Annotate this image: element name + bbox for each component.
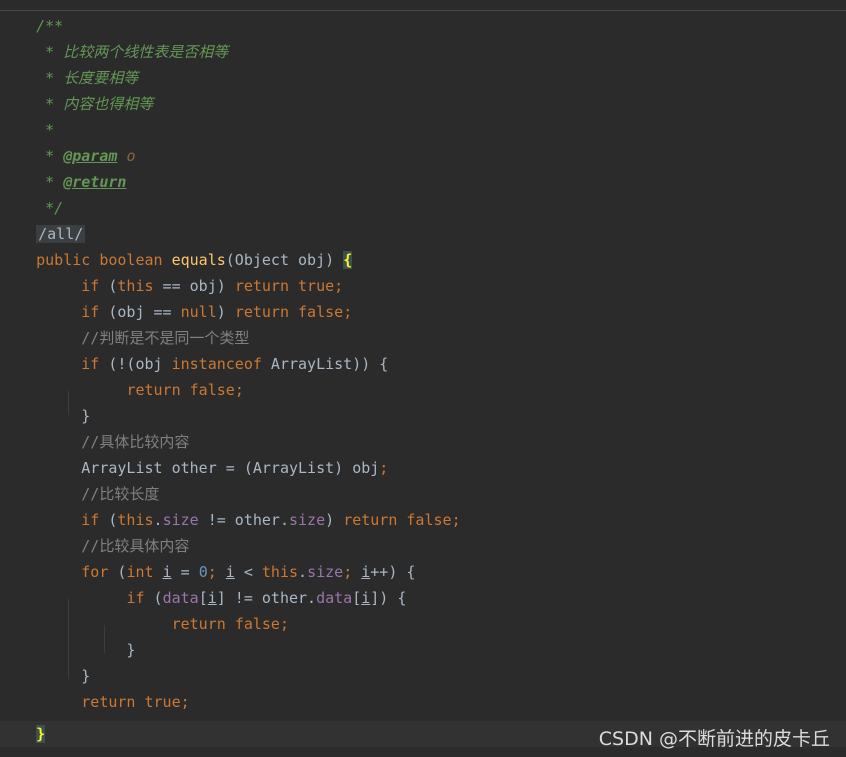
- code-line: //判断是不是同一个类型: [0, 325, 846, 351]
- code-line: if (obj == null) return false;: [81, 303, 353, 321]
- code-line: return true;: [81, 693, 190, 711]
- code-line: * 比较两个线性表是否相等: [45, 43, 229, 61]
- code-line: //比较长度: [0, 481, 846, 507]
- line-comment: //比较具体内容: [81, 537, 190, 555]
- line-comment: //比较长度: [81, 485, 160, 503]
- doc-comment-text: 比较两个线性表是否相等: [63, 43, 229, 61]
- code-line: public boolean equals(Object obj) {: [36, 251, 353, 269]
- code-line: for (int i = 0; i < this.size; i++) {: [81, 563, 416, 581]
- folded-annotation[interactable]: /all/: [36, 225, 86, 243]
- doc-comment-text: 内容也得相等: [63, 95, 154, 113]
- line-comment: //判断是不是同一个类型: [81, 329, 250, 347]
- code-line: //比较具体内容: [0, 533, 846, 559]
- doc-tag-return: @return: [63, 173, 127, 191]
- line-comment: //具体比较内容: [81, 433, 190, 451]
- code-line: if (data[i] != other.data[i]) {: [126, 589, 407, 607]
- doc-comment-close: */: [45, 199, 64, 217]
- code-line: /all/: [0, 221, 846, 247]
- code-editor[interactable]: /** * 比较两个线性表是否相等 * 长度要相等 * 内容也得相等 * * @…: [0, 13, 846, 757]
- code-line: if (!(obj instanceof ArrayList)) {: [81, 355, 389, 373]
- doc-comment-open: /**: [36, 17, 64, 35]
- method-name: equals: [171, 251, 226, 269]
- watermark: CSDN @不断前进的皮卡丘: [598, 728, 830, 750]
- matched-brace: }: [36, 725, 46, 743]
- code-line: *: [45, 121, 55, 139]
- code-line: * 内容也得相等: [45, 95, 154, 113]
- code-line: ArrayList other = (ArrayList) obj;: [0, 459, 389, 477]
- editor-top-border: [0, 10, 846, 11]
- code-line: }: [0, 667, 91, 685]
- doc-tag-param: @param: [63, 147, 118, 165]
- code-line: if (this == obj) return true;: [81, 277, 344, 295]
- code-line: * @param o: [45, 147, 136, 165]
- code-line: if (this.size != other.size) return fals…: [81, 511, 461, 529]
- code-line: * @return: [45, 173, 127, 191]
- code-line: //具体比较内容: [0, 429, 846, 455]
- matched-brace: {: [343, 251, 353, 269]
- code-line: * 长度要相等: [45, 69, 139, 87]
- code-line: /**: [0, 13, 846, 39]
- code-line: return false;: [126, 381, 244, 399]
- code-line: return false;: [171, 615, 289, 633]
- code-line: */: [0, 195, 846, 221]
- doc-comment-text: 长度要相等: [63, 69, 139, 87]
- code-line: }: [0, 641, 136, 659]
- code-line: }: [0, 407, 91, 425]
- doc-param-name: o: [126, 147, 136, 165]
